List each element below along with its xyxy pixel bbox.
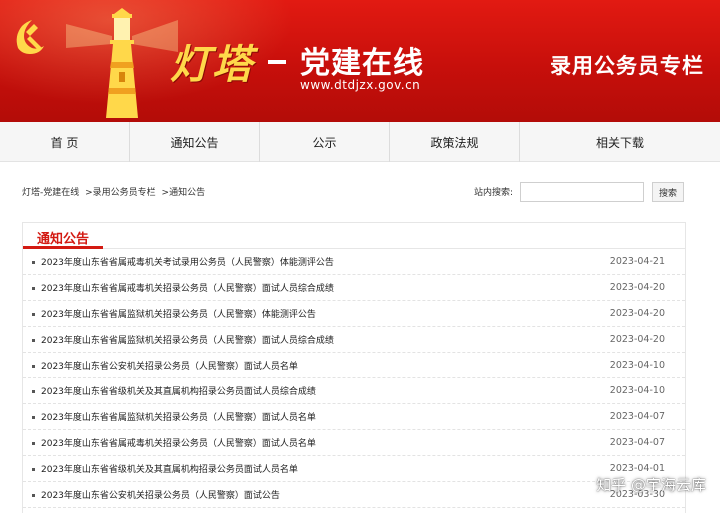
nav-item-downloads[interactable]: 相关下载 [520, 122, 720, 162]
watermark-text: 知乎 @宇海云库 [596, 476, 706, 494]
nav-item-publicity[interactable]: 公示 [260, 122, 390, 162]
breadcrumb-current[interactable]: >通知公告 [162, 188, 206, 198]
nav-item-home[interactable]: 首 页 [0, 122, 130, 162]
breadcrumb-link-home[interactable]: 灯塔-党建在线 [22, 188, 79, 198]
list-item: 2023年度山东省省级机关及其直属机构招录公务员面试人员名单 2023-04-01 [23, 456, 685, 483]
news-title-link[interactable]: 2023年度山东省省属监狱机关招录公务员（人民警察）面试人员名单 [41, 410, 610, 423]
site-url: www.dtdjzx.gov.cn [300, 78, 421, 92]
breadcrumb: 灯塔-党建在线 >录用公务员专栏 >通知公告 [22, 185, 208, 198]
logo-dash [268, 60, 286, 64]
news-title-link[interactable]: 2023年度山东省省属戒毒机关考试录用公务员（人民警察）体能测评公告 [41, 255, 610, 268]
column-title: 录用公务员专栏 [550, 54, 704, 78]
panel-header: 通知公告 [23, 223, 685, 249]
news-title-link[interactable]: 2023年度山东省省级机关及其直属机构招录公务员面试人员名单 [41, 462, 610, 475]
news-title-link[interactable]: 2023年度山东省省属戒毒机关招录公务员（人民警察）面试人员名单 [41, 436, 610, 449]
search-input[interactable] [520, 182, 644, 202]
search-button[interactable]: 搜索 [652, 182, 684, 202]
list-item: 2023年度山东省省属戒毒机关招录公务员（人民警察）面试人员综合成绩 2023-0… [23, 275, 685, 301]
nav-item-notices[interactable]: 通知公告 [130, 122, 260, 162]
list-item: 2023年度山东省省级机关及其直属机构招录公务员面试人员综合成绩 2023-04-… [23, 378, 685, 405]
news-date: 2023-04-21 [609, 255, 665, 267]
news-date: 2023-04-10 [609, 385, 665, 397]
news-date: 2023-04-20 [609, 281, 665, 293]
news-title-link[interactable]: 2023年度山东省省属监狱机关招录公务员（人民警察）面试人员综合成绩 [41, 333, 610, 346]
breadcrumb-link-column[interactable]: >录用公务员专栏 [85, 188, 156, 198]
news-date: 2023-04-20 [609, 307, 665, 319]
news-date: 2023-04-07 [609, 437, 665, 449]
main-nav: 首 页 通知公告 公示 政策法规 相关下载 [0, 122, 720, 162]
list-item: 2023年度山东省公安机关招录公务员（人民警察）面试人员名单 2023-04-10 [23, 353, 685, 379]
list-item: 2023年度山东省省属监狱机关招录公务员（人民警察）面试人员名单 2023-04-… [23, 404, 685, 431]
lighthouse-icon [66, 8, 178, 118]
party-emblem-icon [16, 20, 44, 54]
site-subtitle: 党建在线 [300, 46, 424, 81]
news-date: 2023-04-10 [609, 359, 665, 371]
breadcrumb-row: 灯塔-党建在线 >录用公务员专栏 >通知公告 站内搜索: 搜索 [22, 180, 686, 204]
news-date: 2023-04-20 [609, 333, 665, 345]
header-banner: 灯塔 党建在线 www.dtdjzx.gov.cn 录用公务员专栏 [0, 0, 720, 122]
nav-item-policies[interactable]: 政策法规 [390, 122, 520, 162]
news-title-link[interactable]: 2023年度山东省公安机关招录公务员（人民警察）面试人员名单 [41, 359, 610, 372]
news-list: 2023年度山东省省属戒毒机关考试录用公务员（人民警察）体能测评公告 2023-0… [23, 249, 685, 508]
news-date: 2023-04-07 [609, 411, 665, 423]
search-label: 站内搜索: [474, 188, 514, 198]
list-item: 2023年度山东省公安机关招录公务员（人民警察）面试公告 2023-03-30 [23, 482, 685, 508]
notice-panel: 通知公告 2023年度山东省省属戒毒机关考试录用公务员（人民警察）体能测评公告 2… [22, 222, 686, 513]
panel-title: 通知公告 [37, 232, 90, 247]
list-item: 2023年度山东省省属监狱机关招录公务员（人民警察）面试人员综合成绩 2023-0… [23, 327, 685, 353]
list-item: 2023年度山东省省属戒毒机关考试录用公务员（人民警察）体能测评公告 2023-0… [23, 249, 685, 275]
news-title-link[interactable]: 2023年度山东省省属戒毒机关招录公务员（人民警察）面试人员综合成绩 [41, 281, 610, 294]
news-title-link[interactable]: 2023年度山东省省属监狱机关招录公务员（人民警察）体能测评公告 [41, 307, 610, 320]
list-item: 2023年度山东省省属戒毒机关招录公务员（人民警察）面试人员名单 2023-04-… [23, 430, 685, 457]
news-title-link[interactable]: 2023年度山东省省级机关及其直属机构招录公务员面试人员综合成绩 [41, 384, 610, 397]
news-date: 2023-04-01 [609, 463, 665, 475]
site-logo-text: 灯塔 [170, 41, 254, 88]
news-title-link[interactable]: 2023年度山东省公安机关招录公务员（人民警察）面试公告 [41, 488, 610, 501]
list-item: 2023年度山东省省属监狱机关招录公务员（人民警察）体能测评公告 2023-04-… [23, 301, 685, 327]
